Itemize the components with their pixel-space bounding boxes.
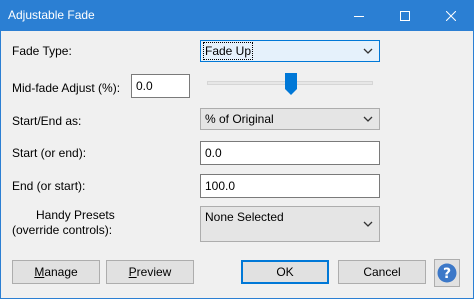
minimize-button[interactable] (336, 0, 382, 31)
cancel-button[interactable]: Cancel (338, 260, 426, 284)
manage-button[interactable]: Manage (12, 260, 100, 284)
mid-fade-input[interactable]: 0.0 (131, 74, 190, 98)
presets-label-line2: (override controls): (12, 223, 113, 237)
window-title: Adjustable Fade (8, 8, 95, 22)
fade-type-value: Fade Up (202, 42, 254, 60)
title-bar[interactable]: Adjustable Fade (0, 0, 474, 31)
maximize-button[interactable] (382, 0, 428, 31)
start-end-as-label: Start/End as: (12, 114, 82, 128)
minimize-icon (354, 15, 364, 17)
presets-label-line1: Handy Presets (36, 208, 115, 222)
help-button[interactable]: ? (434, 259, 460, 287)
close-icon (446, 10, 456, 21)
preview-label: review (136, 265, 172, 279)
start-label: Start (or end): (12, 146, 87, 160)
fade-type-label: Fade Type: (12, 44, 72, 58)
manage-mnemonic: M (34, 265, 45, 279)
start-end-as-value: % of Original (205, 112, 274, 126)
mid-fade-label: Mid-fade Adjust (%): (12, 81, 121, 95)
chevron-down-icon (363, 48, 373, 54)
fade-type-select[interactable]: Fade Up (200, 40, 380, 62)
end-input[interactable]: 100.0 (200, 174, 380, 198)
preview-button[interactable]: Preview (106, 260, 194, 284)
svg-text:?: ? (443, 266, 451, 282)
start-end-as-select[interactable]: % of Original (200, 108, 380, 130)
preview-mnemonic: P (128, 265, 137, 279)
chevron-down-icon (363, 221, 373, 227)
ok-button[interactable]: OK (241, 260, 329, 284)
presets-select[interactable]: None Selected (200, 206, 380, 242)
maximize-icon (400, 10, 410, 21)
help-icon: ? (437, 263, 457, 283)
start-input[interactable]: 0.0 (200, 141, 380, 165)
close-button[interactable] (428, 0, 474, 31)
manage-label: anage (44, 265, 78, 279)
mid-fade-slider-thumb[interactable] (285, 73, 297, 95)
presets-value: None Selected (205, 210, 284, 224)
end-label: End (or start): (12, 179, 86, 193)
chevron-down-icon (363, 116, 373, 122)
